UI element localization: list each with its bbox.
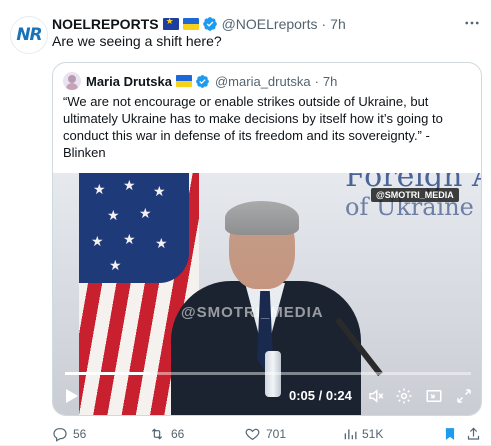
fullscreen-icon[interactable] bbox=[453, 385, 475, 407]
author-handle[interactable]: @NOELreports bbox=[222, 16, 318, 32]
reply-count: 56 bbox=[73, 427, 87, 441]
ukraine-flag-icon bbox=[182, 18, 199, 30]
heart-icon bbox=[245, 428, 260, 441]
repost-count: 66 bbox=[171, 427, 185, 441]
video-progress-fill bbox=[65, 372, 151, 375]
settings-gear-icon[interactable] bbox=[393, 385, 415, 407]
play-icon[interactable] bbox=[61, 385, 83, 407]
author-name[interactable]: NOELREPORTS bbox=[52, 16, 159, 32]
repost-button[interactable]: 66 bbox=[148, 426, 184, 442]
more-horizontal-icon[interactable] bbox=[463, 14, 481, 37]
like-count: 701 bbox=[266, 427, 287, 441]
separator-dot: · bbox=[314, 73, 319, 89]
bookmark-filled-icon bbox=[445, 428, 455, 440]
quote-author-handle[interactable]: @maria_drutska bbox=[215, 74, 311, 89]
video-player[interactable]: Foreign A of Ukraine ★ ★ ★ ★ ★ ★ ★ ★ ★ @SMOTR… bbox=[53, 173, 481, 415]
avatar-logo-text: NR bbox=[16, 25, 42, 45]
reply-icon bbox=[53, 428, 67, 442]
views-count: 51K bbox=[362, 427, 384, 441]
quote-text: “We are not encourage or enable strikes … bbox=[63, 94, 443, 160]
post-time[interactable]: 7h bbox=[330, 16, 346, 32]
separator-dot: · bbox=[321, 16, 327, 32]
video-timecode: 0:05 / 0:24 bbox=[289, 388, 352, 403]
views-button[interactable]: 51K bbox=[343, 427, 383, 441]
pip-icon[interactable] bbox=[423, 385, 445, 407]
tweet-actions: 56 66 701 51K bbox=[52, 424, 482, 444]
repost-icon bbox=[151, 428, 163, 440]
author-avatar[interactable]: NR bbox=[10, 16, 48, 54]
quote-author-avatar[interactable] bbox=[63, 72, 81, 90]
video-controls: 0:05 / 0:24 bbox=[53, 377, 481, 415]
share-button[interactable] bbox=[466, 426, 486, 442]
watermark-label: @SMOTRI_MEDIA bbox=[371, 188, 459, 202]
reply-button[interactable]: 56 bbox=[52, 426, 86, 442]
quote-author-name[interactable]: Maria Drutska bbox=[86, 74, 172, 89]
share-icon bbox=[467, 427, 480, 440]
tweet-text: Are we seeing a shift here? bbox=[52, 33, 222, 49]
quote-time[interactable]: 7h bbox=[323, 74, 337, 89]
verified-badge-icon[interactable] bbox=[195, 73, 211, 89]
quote-header: Maria Drutska @maria_drutska · 7h bbox=[63, 71, 337, 91]
video-progress-bar[interactable] bbox=[65, 372, 471, 375]
bookmark-button[interactable] bbox=[443, 426, 462, 442]
tweet-header: NOELREPORTS @NOELreports · 7h bbox=[52, 14, 481, 34]
tweet[interactable]: NR NOELREPORTS @NOELreports · 7h Are we … bbox=[0, 0, 491, 446]
watermark-overlay: @SMOTRI_MEDIA bbox=[181, 304, 324, 321]
eu-flag-icon bbox=[162, 18, 179, 30]
verified-badge-icon[interactable] bbox=[202, 16, 218, 32]
like-button[interactable]: 701 bbox=[244, 426, 286, 442]
volume-muted-icon[interactable] bbox=[365, 385, 387, 407]
views-chart-icon bbox=[344, 429, 357, 440]
quoted-tweet[interactable]: Maria Drutska @maria_drutska · 7h “We ar… bbox=[52, 62, 482, 416]
ukraine-flag-icon bbox=[175, 75, 192, 87]
